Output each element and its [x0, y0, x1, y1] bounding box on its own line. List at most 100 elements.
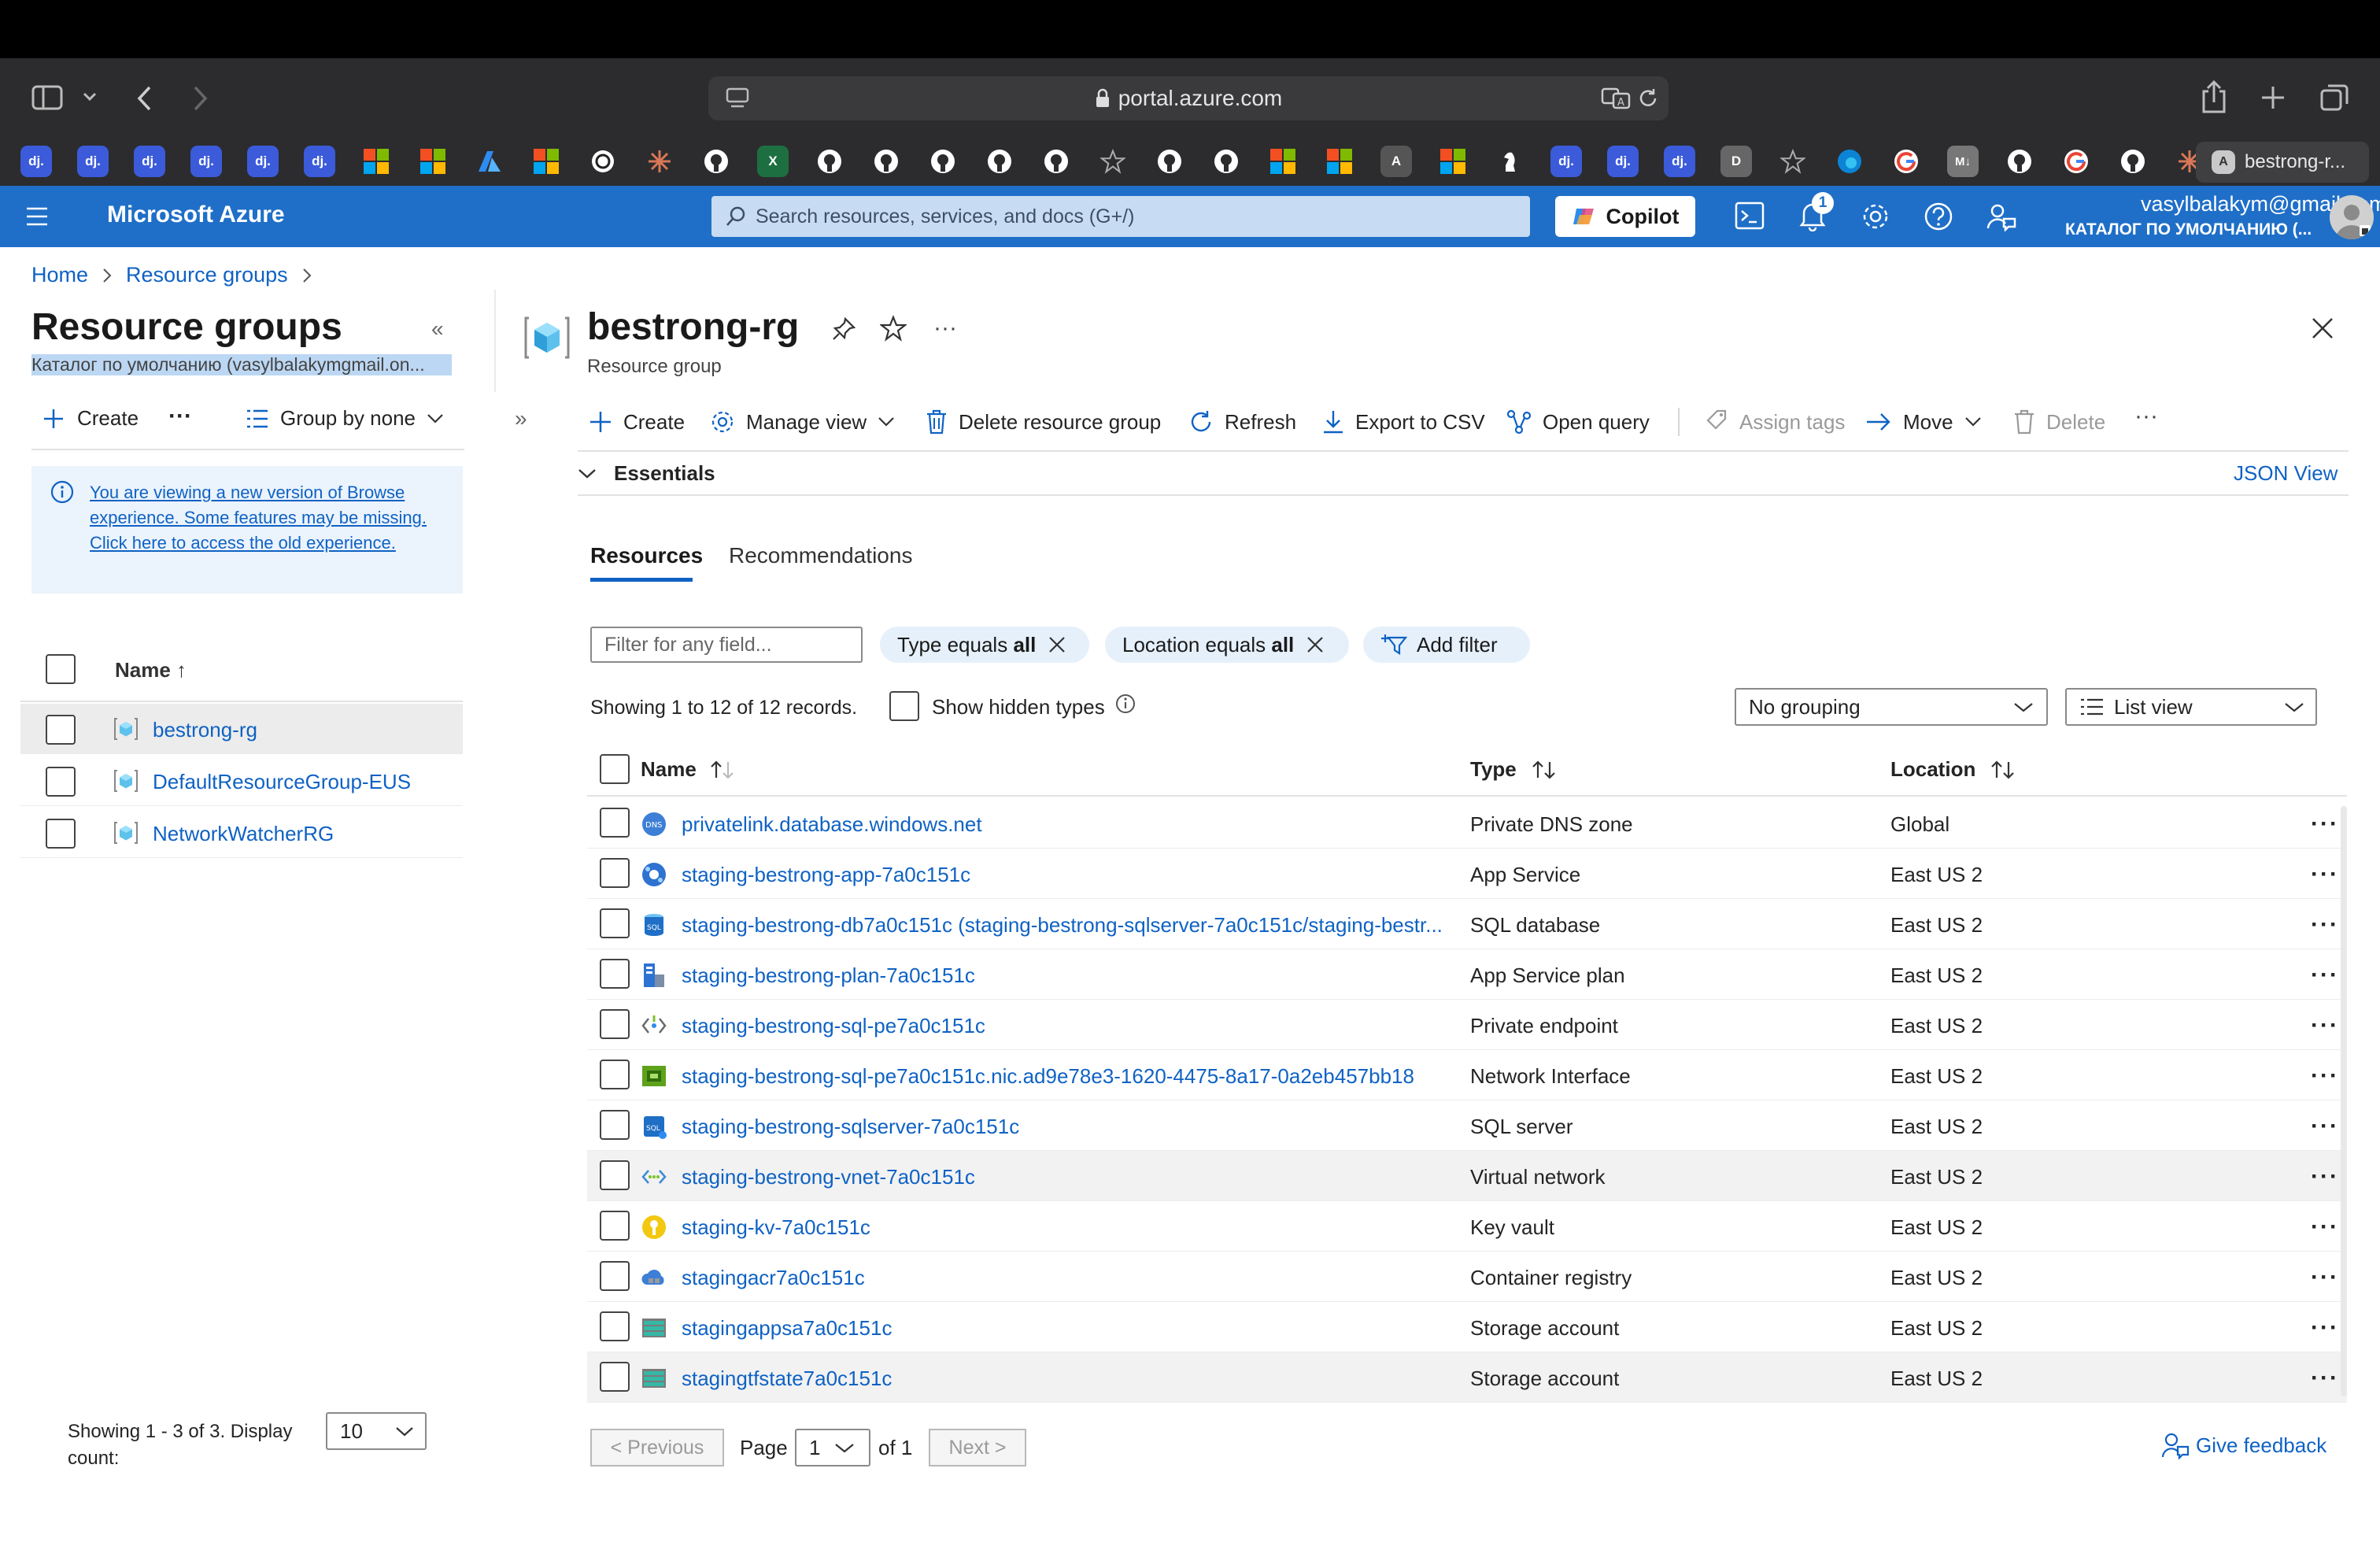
hamburger-menu-icon[interactable] [25, 206, 49, 227]
resource-group-row[interactable]: bestrong-rg [20, 704, 463, 754]
bookmark-D-icon[interactable]: D [1719, 144, 1754, 179]
create-button[interactable]: Create [589, 406, 685, 438]
row-checkbox[interactable] [600, 1110, 630, 1140]
filter-input[interactable]: Filter for any field... [590, 627, 863, 663]
row-checkbox[interactable] [600, 1160, 630, 1190]
add-filter-button[interactable]: Add filter [1363, 627, 1530, 663]
row-checkbox[interactable] [46, 715, 76, 745]
row-checkbox[interactable] [46, 767, 76, 797]
forward-icon[interactable] [190, 85, 209, 112]
export-csv-button[interactable]: Export to CSV [1322, 406, 1485, 438]
expand-pane-icon[interactable]: » [515, 406, 527, 431]
bookmark-ms-icon[interactable] [359, 144, 394, 179]
table-row[interactable]: staging-bestrong-sql-pe7a0c151c.nic.ad9e… [587, 1050, 2347, 1100]
bookmark-django-icon[interactable]: dj. [246, 144, 280, 179]
bookmark-ms-icon[interactable] [1322, 144, 1357, 179]
page-select[interactable]: 1 [795, 1429, 870, 1466]
delete-resource-group-button[interactable]: Delete resource group [926, 406, 1161, 438]
close-icon[interactable] [1048, 636, 1066, 653]
breadcrumb-resource-groups[interactable]: Resource groups [126, 263, 288, 287]
resource-name-link[interactable]: staging-bestrong-sql-pe7a0c151c.nic.ad9e… [682, 1064, 1469, 1089]
bookmark-github-icon[interactable] [1039, 144, 1074, 179]
bookmark-github-icon[interactable] [926, 144, 960, 179]
show-hidden-checkbox[interactable] [889, 691, 919, 721]
bookmark-ms-icon[interactable] [1266, 144, 1300, 179]
bookmark-azure-icon[interactable] [472, 144, 507, 179]
resource-name-link[interactable]: stagingacr7a0c151c [682, 1266, 1469, 1290]
bookmark-chess-icon[interactable] [1492, 144, 1527, 179]
copilot-button[interactable]: Copilot [1555, 196, 1695, 237]
back-icon[interactable] [135, 85, 154, 112]
give-feedback-link[interactable]: Give feedback [2161, 1431, 2326, 1459]
resource-name-link[interactable]: staging-kv-7a0c151c [682, 1215, 1469, 1240]
resource-name-link[interactable]: staging-bestrong-plan-7a0c151c [682, 963, 1469, 988]
table-row[interactable]: staging-bestrong-plan-7a0c151c App Servic… [587, 949, 2347, 1000]
left-select-all-checkbox[interactable] [46, 654, 76, 684]
avatar[interactable] [2330, 195, 2374, 239]
tab-resources[interactable]: Resources [590, 543, 703, 568]
resource-group-link[interactable]: DefaultResourceGroup-EUS [153, 770, 411, 794]
settings-gear-icon[interactable] [1861, 202, 1890, 231]
bookmark-django-icon[interactable]: dj. [1662, 144, 1697, 179]
left-more-icon[interactable]: ··· [168, 403, 192, 430]
select-all-checkbox[interactable] [600, 754, 630, 784]
tab-recommendations[interactable]: Recommendations [729, 543, 912, 568]
resource-name-link[interactable]: staging-bestrong-app-7a0c151c [682, 863, 1469, 887]
view-mode-select[interactable]: List view [2065, 688, 2317, 726]
favorite-star-icon[interactable] [880, 315, 907, 342]
feedback-icon[interactable] [1986, 202, 2016, 231]
resource-name-link[interactable]: staging-bestrong-sql-pe7a0c151c [682, 1014, 1469, 1038]
row-checkbox[interactable] [600, 1009, 630, 1039]
bookmark-github-icon[interactable] [1209, 144, 1244, 179]
row-checkbox[interactable] [600, 808, 630, 838]
bookmark-django-icon[interactable]: dj. [1606, 144, 1640, 179]
row-checkbox[interactable] [600, 1060, 630, 1089]
move-button[interactable]: Move [1865, 406, 1982, 438]
bookmark-github-icon[interactable] [699, 144, 734, 179]
assign-tags-button[interactable]: Assign tags [1705, 406, 1845, 438]
bookmark-A-icon[interactable]: A [1379, 144, 1414, 179]
tab-overview-icon[interactable] [2320, 83, 2349, 112]
bookmark-ms-icon[interactable] [1436, 144, 1470, 179]
close-icon[interactable] [1306, 636, 1324, 653]
bookmark-openai-icon[interactable] [586, 144, 620, 179]
table-row[interactable]: SQL staging-bestrong-db7a0c151c (staging-… [587, 899, 2347, 949]
share-icon[interactable] [2201, 80, 2227, 113]
bookmark-github-icon[interactable] [2002, 144, 2037, 179]
resource-name-link[interactable]: staging-bestrong-vnet-7a0c151c [682, 1165, 1469, 1189]
bookmark-django-icon[interactable]: dj. [132, 144, 167, 179]
resource-name-link[interactable]: staging-bestrong-db7a0c151c (staging-bes… [682, 913, 1469, 938]
resource-name-link[interactable]: staging-bestrong-sqlserver-7a0c151c [682, 1115, 1469, 1139]
table-row[interactable]: stagingacr7a0c151c Container registry East… [587, 1252, 2347, 1302]
new-tab-icon[interactable] [2260, 85, 2286, 110]
toolbar-more-icon[interactable]: ··· [2134, 403, 2158, 430]
title-more-icon[interactable]: ··· [933, 315, 957, 342]
azure-brand[interactable]: Microsoft Azure [107, 202, 285, 228]
location-column-header[interactable]: Location [1890, 757, 2016, 782]
bookmark-github-icon[interactable] [1152, 144, 1187, 179]
table-row[interactable]: stagingappsa7a0c151c Storage account East … [587, 1302, 2347, 1352]
left-create-button[interactable]: Create [42, 406, 139, 431]
resource-name-link[interactable]: privatelink.database.windows.net [682, 812, 1469, 837]
row-checkbox[interactable] [600, 1211, 630, 1241]
next-page-button[interactable]: Next > [929, 1429, 1026, 1466]
left-name-column-header[interactable]: Name ↑ [115, 658, 187, 682]
type-column-header[interactable]: Type [1470, 757, 1558, 782]
row-more-icon[interactable]: ··· [2311, 1214, 2339, 1241]
cloud-shell-icon[interactable] [1735, 202, 1765, 230]
bookmark-google-icon[interactable] [2059, 144, 2094, 179]
delete-button[interactable]: Delete [2013, 406, 2105, 438]
resource-group-row[interactable]: NetworkWatcherRG [20, 808, 463, 858]
row-more-icon[interactable]: ··· [2311, 1264, 2339, 1291]
row-more-icon[interactable]: ··· [2311, 912, 2339, 938]
row-more-icon[interactable]: ··· [2311, 861, 2339, 888]
row-checkbox[interactable] [600, 908, 630, 938]
row-more-icon[interactable]: ··· [2311, 1163, 2339, 1190]
row-more-icon[interactable]: ··· [2311, 1113, 2339, 1140]
location-filter-pill[interactable]: Location equals all [1105, 627, 1349, 663]
row-more-icon[interactable]: ··· [2311, 962, 2339, 989]
url-text[interactable]: portal.azure.com [1118, 86, 1283, 111]
open-query-button[interactable]: Open query [1506, 406, 1650, 438]
manage-view-button[interactable]: Manage view [710, 406, 895, 438]
row-checkbox[interactable] [600, 959, 630, 989]
